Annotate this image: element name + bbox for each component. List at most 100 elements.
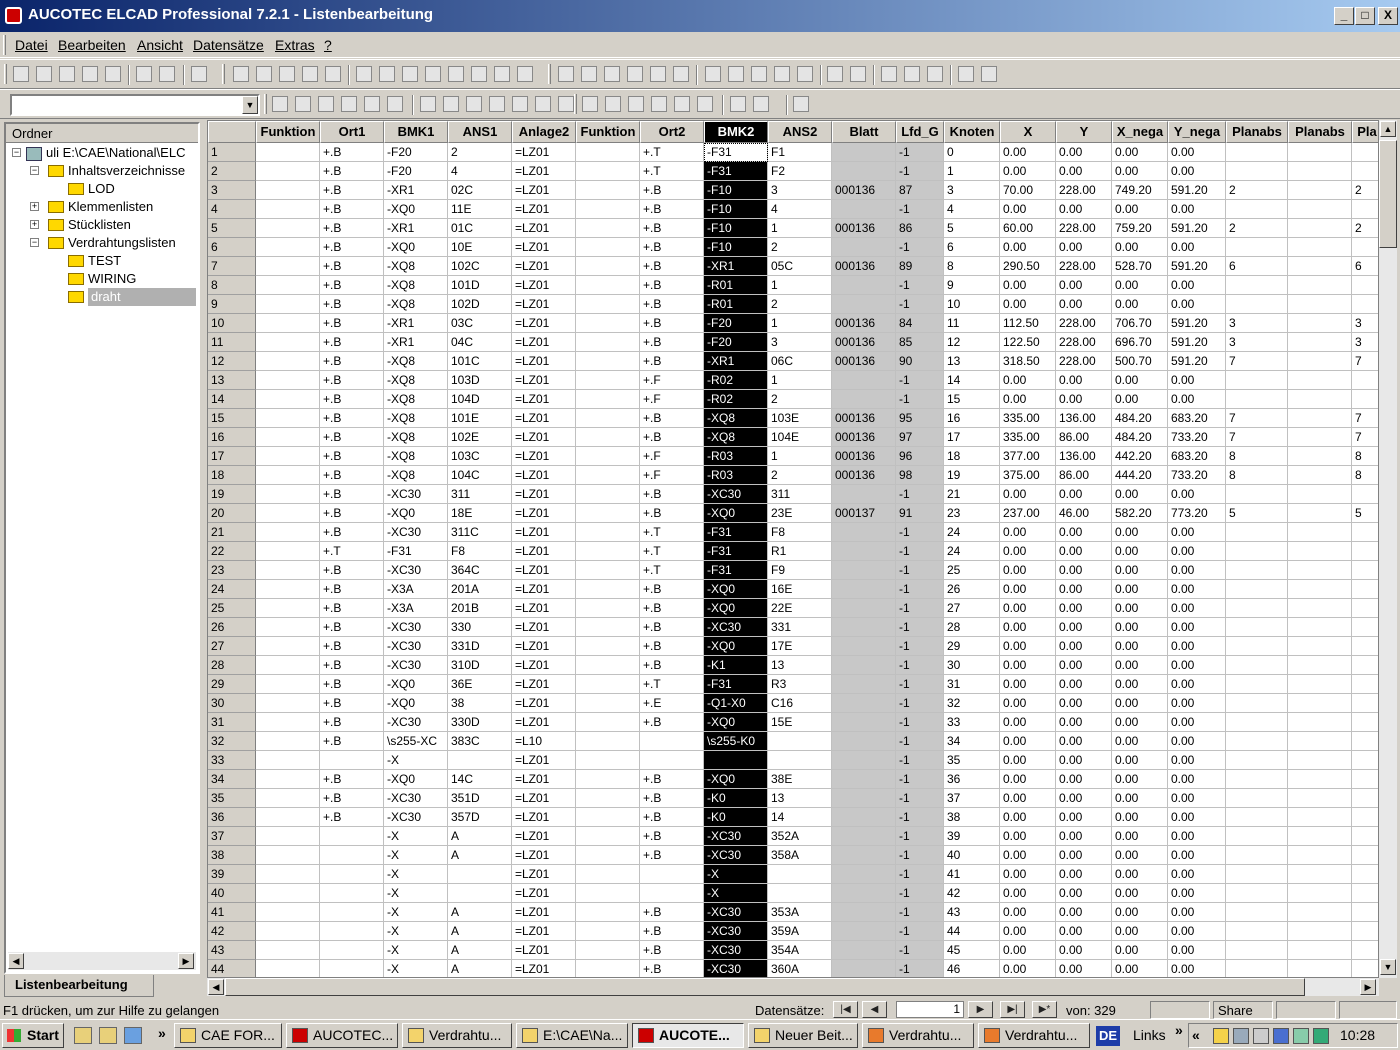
grid-cell[interactable]: 0.00 [1168,542,1226,561]
grid-cell[interactable]: 354A [768,941,832,960]
grid-cell[interactable]: 364C [448,561,512,580]
toolbar-tool-icon[interactable] [318,96,334,112]
grid-cell[interactable]: 0.00 [1168,580,1226,599]
toolbar-tool-icon[interactable] [279,66,295,82]
grid-cell[interactable]: 0.00 [1000,523,1056,542]
grid-cell[interactable]: 136.00 [1056,409,1112,428]
grid-cell[interactable]: =LZ01 [512,428,576,447]
grid-cell[interactable] [256,523,320,542]
toolbar-tool-icon[interactable] [159,66,175,82]
grid-cell[interactable]: 7 [1352,428,1378,447]
grid-cell[interactable]: 0.00 [1168,561,1226,580]
tray-expand[interactable]: « [1192,1027,1200,1043]
grid-cell[interactable]: 591.20 [1168,352,1226,371]
grid-cell[interactable]: -1 [896,485,944,504]
toolbar-tool-icon[interactable] [673,66,689,82]
taskbar-task-button[interactable]: Verdrahtu... [978,1023,1090,1048]
column-header[interactable]: BMK2 [704,121,768,143]
grid-cell[interactable]: F2 [768,162,832,181]
grid-cell[interactable]: +.B [640,656,704,675]
grid-cell[interactable] [1226,827,1288,846]
toolbar-tool-icon[interactable] [793,96,809,112]
grid-cell[interactable]: 228.00 [1056,219,1112,238]
grid-cell[interactable] [576,751,640,770]
grid-cell[interactable] [256,390,320,409]
grid-cell[interactable]: 591.20 [1168,219,1226,238]
grid-cell[interactable]: 0.00 [1112,618,1168,637]
grid-cell[interactable] [576,181,640,200]
row-header[interactable]: 35 [208,789,256,808]
grid-cell[interactable]: 444.20 [1112,466,1168,485]
grid-cell[interactable] [832,694,896,713]
grid-cell[interactable] [1226,941,1288,960]
tray-globe-icon[interactable] [1313,1028,1329,1044]
grid-cell[interactable]: +.B [320,162,384,181]
toolbar-tool-icon[interactable] [627,66,643,82]
grid-cell[interactable] [1288,675,1352,694]
grid-cell[interactable]: 0.00 [1056,941,1112,960]
grid-cell[interactable]: -XR1 [704,257,768,276]
menu-help[interactable]: ? [324,37,332,53]
taskbar-task-button[interactable]: AUCOTE... [632,1023,744,1048]
grid-cell[interactable] [448,751,512,770]
toolbar-tool-icon[interactable] [425,66,441,82]
toolbar-tool-icon[interactable] [728,66,744,82]
grid-cell[interactable]: -1 [896,770,944,789]
grid-cell[interactable] [256,903,320,922]
grid-cell[interactable]: 01C [448,219,512,238]
toolbar-tool-icon[interactable] [272,96,288,112]
grid-cell[interactable] [576,637,640,656]
collapse-icon[interactable]: − [12,148,21,157]
grid-cell[interactable]: +.B [320,789,384,808]
grid-cell[interactable] [256,561,320,580]
row-header[interactable]: 23 [208,561,256,580]
grid-cell[interactable] [768,732,832,751]
grid-cell[interactable] [1288,542,1352,561]
grid-cell[interactable]: 13 [768,656,832,675]
grid-cell[interactable] [1352,732,1378,751]
grid-cell[interactable] [1226,751,1288,770]
row-header[interactable]: 11 [208,333,256,352]
grid-cell[interactable]: 87 [896,181,944,200]
toolbar-tool-icon[interactable] [628,96,644,112]
grid-cell[interactable] [576,352,640,371]
grid-cell[interactable]: 0.00 [1056,713,1112,732]
grid-cell[interactable]: 05C [768,257,832,276]
grid-cell[interactable]: 2 [768,390,832,409]
column-header[interactable]: Blatt [832,121,896,143]
grid-cell[interactable] [1226,789,1288,808]
grid-cell[interactable]: 352A [768,827,832,846]
grid-cell[interactable]: =LZ01 [512,808,576,827]
grid-cell[interactable] [1226,599,1288,618]
grid-cell[interactable]: -XQ0 [704,713,768,732]
toolbar-tool-icon[interactable] [295,96,311,112]
grid-cell[interactable]: +.B [640,903,704,922]
grid-cell[interactable] [576,447,640,466]
grid-cell[interactable]: 318.50 [1000,352,1056,371]
grid-cell[interactable]: -X [384,827,448,846]
grid-cell[interactable] [448,884,512,903]
grid-cell[interactable]: 36E [448,675,512,694]
grid-cell[interactable]: =LZ01 [512,599,576,618]
toolbar-tool-icon[interactable] [443,96,459,112]
grid-cell[interactable]: 0.00 [1056,656,1112,675]
row-header[interactable]: 14 [208,390,256,409]
grid-cell[interactable] [1288,618,1352,637]
grid-cell[interactable]: -1 [896,675,944,694]
grid-cell[interactable]: +.B [320,371,384,390]
grid-cell[interactable]: 06C [768,352,832,371]
grid-cell[interactable]: -F10 [704,219,768,238]
toolbar-tool-icon[interactable] [136,66,152,82]
grid-cell[interactable]: 7 [1352,409,1378,428]
grid-cell[interactable] [1352,713,1378,732]
horizontal-scroll-thumb[interactable] [225,978,1305,996]
links-more[interactable]: » [1175,1022,1183,1038]
grid-cell[interactable]: 0.00 [1056,561,1112,580]
grid-cell[interactable]: 0.00 [1000,599,1056,618]
grid-cell[interactable]: 0.00 [1056,238,1112,257]
grid-cell[interactable] [576,200,640,219]
grid-cell[interactable]: 0.00 [1112,770,1168,789]
grid-cell[interactable]: -XQ0 [384,770,448,789]
grid-cell[interactable] [576,371,640,390]
grid-cell[interactable]: 228.00 [1056,314,1112,333]
